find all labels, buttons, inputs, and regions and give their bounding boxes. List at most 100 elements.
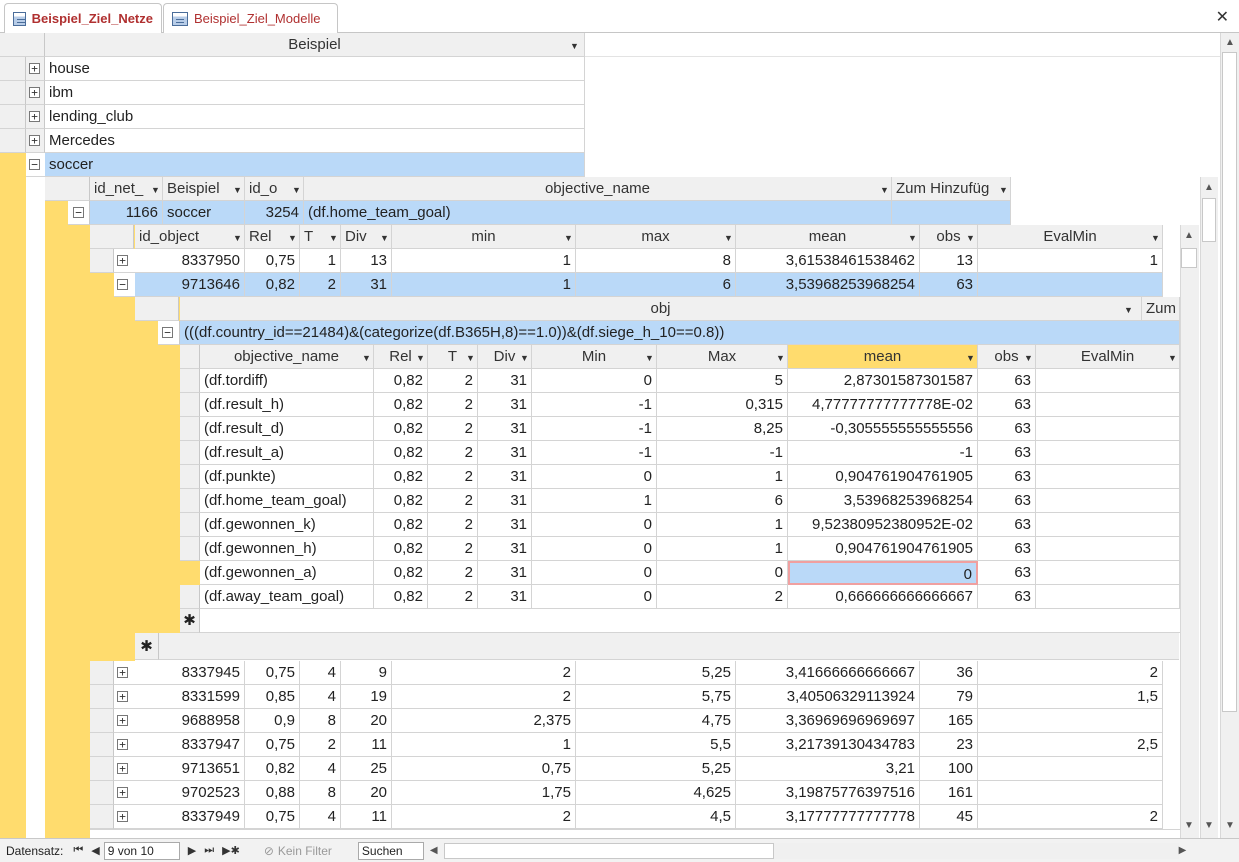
- dropdown-arrow-icon[interactable]: ▼: [776, 353, 785, 363]
- column-header-obj[interactable]: obj: [180, 297, 1142, 321]
- cell-obs[interactable]: 63: [978, 465, 1036, 489]
- expand-icon[interactable]: −: [162, 327, 173, 338]
- expand-icon[interactable]: +: [29, 111, 40, 122]
- scroll-up-icon[interactable]: ▲: [1181, 230, 1197, 241]
- cell-evalmin[interactable]: [1036, 441, 1180, 465]
- column-header-id_object[interactable]: id_object: [135, 225, 245, 249]
- cell-obs[interactable]: 63: [978, 489, 1036, 513]
- cell-min[interactable]: -1: [532, 417, 657, 441]
- cell-t[interactable]: 2: [428, 561, 478, 585]
- dropdown-arrow-icon[interactable]: ▼: [564, 233, 573, 243]
- horizontal-scrollbar-thumb[interactable]: [443, 842, 774, 859]
- dropdown-arrow-icon[interactable]: ▼: [288, 233, 297, 243]
- expand-icon[interactable]: +: [29, 63, 40, 74]
- cell-div[interactable]: 31: [478, 537, 532, 561]
- dropdown-arrow-icon[interactable]: ▼: [724, 233, 733, 243]
- cell-obs[interactable]: 63: [978, 537, 1036, 561]
- dropdown-arrow-icon[interactable]: ▼: [329, 233, 338, 243]
- cell-evalmin[interactable]: [1036, 537, 1180, 561]
- dropdown-arrow-icon[interactable]: ▼: [380, 233, 389, 243]
- filter-icon[interactable]: ⊘: [264, 844, 274, 858]
- list-item[interactable]: house: [45, 57, 585, 81]
- cell-rel[interactable]: 0,82: [374, 465, 428, 489]
- cell-max[interactable]: 2: [657, 585, 788, 609]
- cell-mean[interactable]: 0,904761904761905: [788, 537, 978, 561]
- cell-max[interactable]: 1: [657, 513, 788, 537]
- cell-t[interactable]: 2: [428, 489, 478, 513]
- dropdown-arrow-icon[interactable]: ▼: [362, 353, 371, 363]
- cell-obs[interactable]: 63: [978, 441, 1036, 465]
- search-input[interactable]: Suchen: [357, 841, 424, 860]
- column-header-EvalMin[interactable]: EvalMin: [978, 225, 1163, 249]
- last-record-icon[interactable]: ⏭: [204, 844, 214, 857]
- cell-max[interactable]: 5: [657, 369, 788, 393]
- column-header-max[interactable]: max: [576, 225, 736, 249]
- cell-min[interactable]: 0: [532, 585, 657, 609]
- scroll-left-icon[interactable]: ◀: [430, 845, 438, 856]
- dropdown-arrow-icon[interactable]: ▼: [1024, 353, 1033, 363]
- cell-t[interactable]: 2: [428, 585, 478, 609]
- cell-obs[interactable]: 63: [978, 369, 1036, 393]
- cell-mean[interactable]: 3,53968253968254: [788, 489, 978, 513]
- expand-icon[interactable]: −: [73, 207, 84, 218]
- cell-div[interactable]: 31: [478, 393, 532, 417]
- cell-div[interactable]: 31: [478, 369, 532, 393]
- dropdown-arrow-icon[interactable]: ▼: [1124, 305, 1133, 315]
- cell-rel[interactable]: 0,82: [374, 393, 428, 417]
- column-header-mean[interactable]: mean: [788, 345, 978, 369]
- cell-min[interactable]: 0: [532, 369, 657, 393]
- cell-rel[interactable]: 0,82: [374, 441, 428, 465]
- list-item[interactable]: ibm: [45, 81, 585, 105]
- cell-evalmin[interactable]: [1036, 513, 1180, 537]
- cell-mean[interactable]: 4,77777777777778E-02: [788, 393, 978, 417]
- cell-t[interactable]: 2: [428, 513, 478, 537]
- dropdown-arrow-icon[interactable]: ▼: [233, 233, 242, 243]
- cell-obs[interactable]: 63: [978, 513, 1036, 537]
- cell-div[interactable]: 31: [478, 489, 532, 513]
- column-header-Zum Hinzufüg[interactable]: Zum Hinzufüg: [892, 177, 1011, 201]
- cell-name[interactable]: (df.result_a): [200, 441, 374, 465]
- column-header-Max[interactable]: Max: [657, 345, 788, 369]
- cell-max[interactable]: 0,315: [657, 393, 788, 417]
- dropdown-arrow-icon[interactable]: ▼: [520, 353, 529, 363]
- filter-status[interactable]: Kein Filter: [278, 844, 332, 858]
- cell-max[interactable]: -1: [657, 441, 788, 465]
- expand-icon[interactable]: +: [29, 135, 40, 146]
- column-header-objective_name[interactable]: objective_name: [200, 345, 374, 369]
- cell-div[interactable]: 31: [478, 585, 532, 609]
- expand-icon[interactable]: +: [117, 763, 128, 774]
- expand-icon[interactable]: +: [117, 811, 128, 822]
- cell-evalmin[interactable]: [1036, 417, 1180, 441]
- cell-max[interactable]: 1: [657, 465, 788, 489]
- cell-name[interactable]: (df.punkte): [200, 465, 374, 489]
- scroll-down-icon[interactable]: ▼: [1201, 820, 1217, 831]
- cell-rel[interactable]: 0,82: [374, 369, 428, 393]
- dropdown-arrow-icon[interactable]: ▼: [570, 41, 579, 51]
- cell-min[interactable]: 0: [532, 465, 657, 489]
- cell-t[interactable]: 2: [428, 369, 478, 393]
- scroll-up-icon[interactable]: ▲: [1222, 37, 1238, 48]
- cell-mean[interactable]: -0,305555555555556: [788, 417, 978, 441]
- cell-t[interactable]: 2: [428, 393, 478, 417]
- cell-name[interactable]: (df.away_team_goal): [200, 585, 374, 609]
- cell-evalmin[interactable]: [1036, 489, 1180, 513]
- cell-t[interactable]: 2: [428, 537, 478, 561]
- column-header-Min[interactable]: Min: [532, 345, 657, 369]
- next-record-icon[interactable]: ▶: [188, 844, 196, 857]
- scrollbar-thumb[interactable]: [1222, 52, 1237, 712]
- cell-min[interactable]: -1: [532, 393, 657, 417]
- dropdown-arrow-icon[interactable]: ▼: [645, 353, 654, 363]
- cell-div[interactable]: 31: [478, 465, 532, 489]
- cell-mean[interactable]: 0: [788, 561, 978, 585]
- column-header-EvalMin[interactable]: EvalMin: [1036, 345, 1180, 369]
- scroll-right-icon[interactable]: ▶: [1179, 845, 1187, 856]
- scroll-up-icon[interactable]: ▲: [1201, 182, 1217, 193]
- cell-obs[interactable]: 63: [978, 393, 1036, 417]
- cell-obs[interactable]: 63: [978, 417, 1036, 441]
- horizontal-scrollbar[interactable]: [773, 842, 1179, 859]
- list-item[interactable]: lending_club: [45, 105, 585, 129]
- cell-t[interactable]: 2: [428, 417, 478, 441]
- new-record-icon[interactable]: ▶✱: [222, 844, 240, 857]
- cell-obs[interactable]: 63: [978, 561, 1036, 585]
- scroll-down-icon[interactable]: ▼: [1181, 820, 1197, 831]
